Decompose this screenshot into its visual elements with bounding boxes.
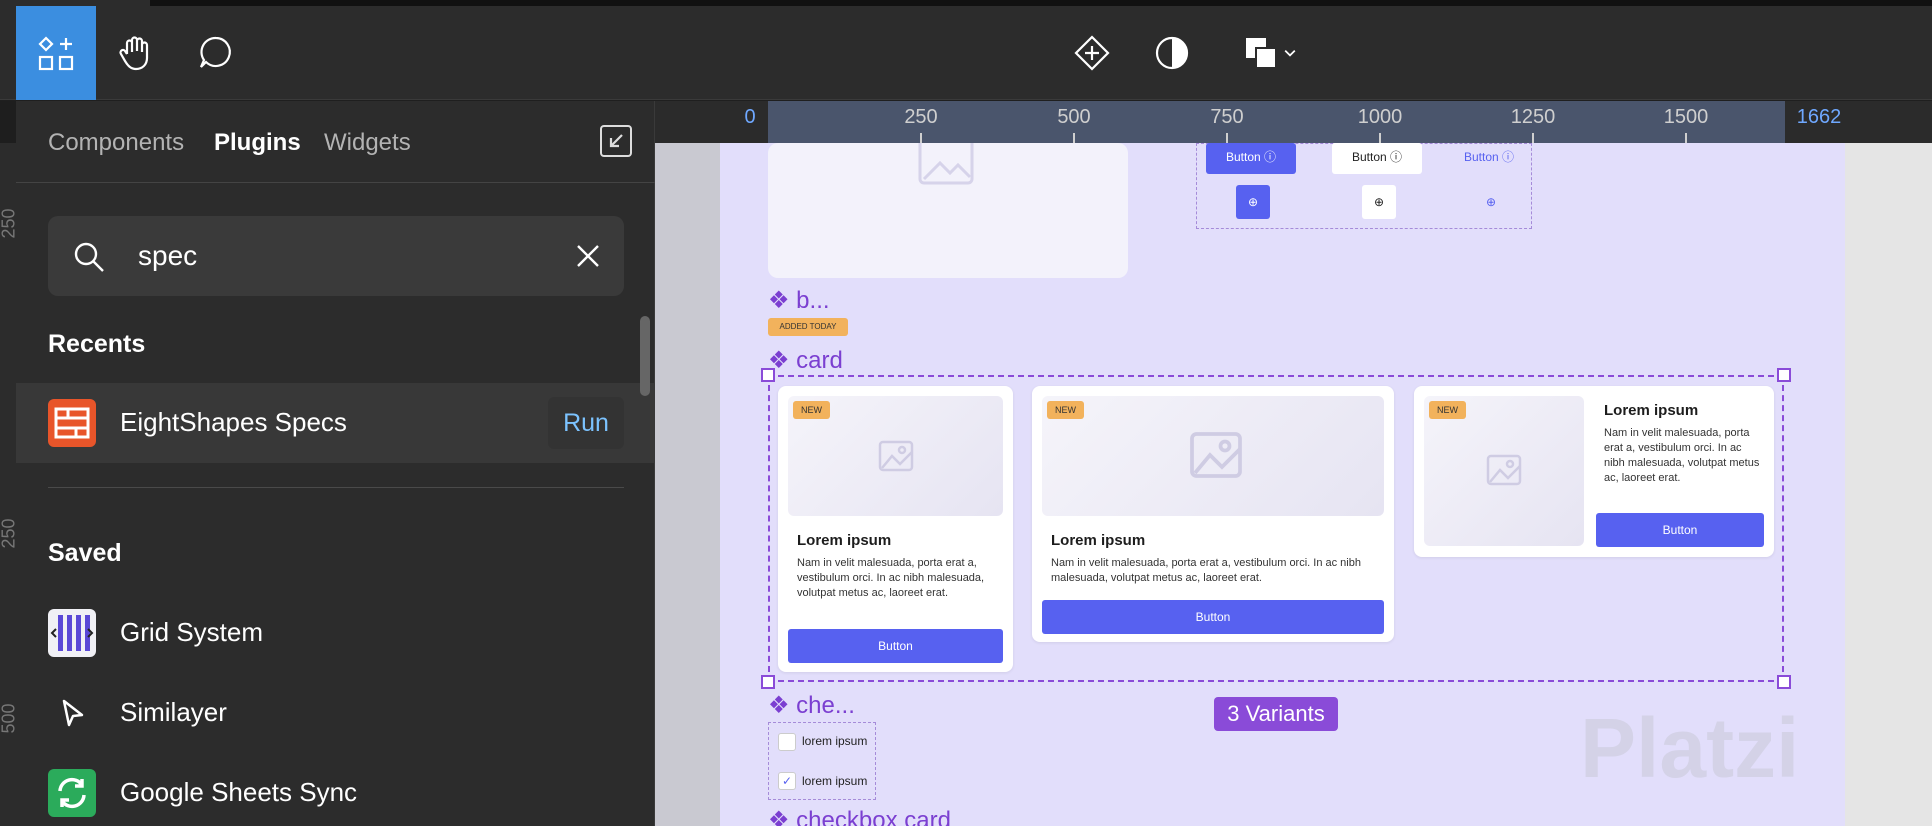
comment-icon bbox=[199, 36, 231, 68]
component-label-checkbox[interactable]: ❖ che... bbox=[768, 691, 855, 720]
contrast-button[interactable] bbox=[1132, 6, 1212, 100]
eightshapes-icon bbox=[48, 399, 96, 447]
ruler-label: 750 bbox=[1210, 106, 1244, 128]
resize-handle-tl[interactable] bbox=[761, 368, 775, 382]
tab-components[interactable]: Components bbox=[48, 129, 184, 157]
hand-icon bbox=[119, 36, 149, 71]
plugin-name: Similayer bbox=[120, 697, 227, 727]
ruler-label: 500 bbox=[1057, 106, 1091, 128]
ruler-label: 1250 bbox=[1510, 106, 1556, 128]
plugin-row-google-sheets-sync[interactable]: Google Sheets Sync bbox=[16, 753, 655, 826]
window-strip bbox=[0, 0, 1932, 6]
button-variant-primary[interactable]: Button ⓘ bbox=[1206, 143, 1296, 174]
chevron-down-icon bbox=[1284, 49, 1296, 57]
collapse-panel-button[interactable] bbox=[600, 125, 632, 157]
plugin-row-similayer[interactable]: Similayer bbox=[16, 673, 655, 753]
icon-button-secondary[interactable]: ⊕ bbox=[1362, 185, 1396, 219]
ruler-label: 1662 bbox=[1796, 106, 1842, 128]
panel-tabs: Components Plugins Widgets bbox=[16, 101, 655, 183]
plugin-row-grid-system[interactable]: Grid System bbox=[16, 593, 655, 673]
plugin-name: Grid System bbox=[120, 617, 264, 647]
cursor-icon bbox=[48, 689, 96, 737]
layers-icon bbox=[1246, 38, 1277, 69]
ruler-label: 250 bbox=[904, 106, 938, 128]
ruler-label: 0 bbox=[744, 106, 756, 128]
panel-scrollbar[interactable] bbox=[640, 316, 650, 396]
button-variant-tertiary[interactable]: Button ⓘ bbox=[1444, 143, 1534, 174]
plugin-name: Google Sheets Sync bbox=[120, 777, 358, 807]
plugin-name: EightShapes Specs bbox=[120, 407, 347, 437]
top-toolbar bbox=[0, 0, 1932, 100]
added-today-badge: ADDED TODAY bbox=[768, 318, 848, 336]
ruler-label: 1500 bbox=[1663, 106, 1709, 128]
recents-heading: Recents bbox=[48, 330, 146, 358]
image-icon bbox=[918, 143, 974, 185]
platzi-watermark: Platzi bbox=[1580, 701, 1800, 795]
figma-window: Button ⓘ Button ⓘ Button ⓘ ⊕ ⊕ ⊕ ❖ b... … bbox=[0, 0, 1932, 826]
horizontal-ruler: 0 250 500 750 1000 1250 1500 1662 bbox=[655, 101, 1932, 143]
plugin-search-field[interactable]: spec bbox=[48, 216, 624, 296]
checkbox-label: lorem ipsum bbox=[802, 774, 868, 788]
saved-heading: Saved bbox=[48, 539, 122, 567]
sync-icon bbox=[48, 769, 96, 817]
resize-handle-tr[interactable] bbox=[1777, 368, 1791, 382]
fill-mode-dropdown[interactable] bbox=[1280, 6, 1300, 100]
checkbox-label: lorem ipsum bbox=[802, 734, 868, 748]
checkbox-checked[interactable]: ✓ bbox=[778, 772, 796, 790]
checkbox-unchecked[interactable] bbox=[778, 733, 796, 751]
ruler-label: 1000 bbox=[1357, 106, 1403, 128]
component-label-checkbox-card[interactable]: ❖ checkbox card bbox=[768, 806, 951, 826]
component-label-card[interactable]: ❖ card bbox=[768, 346, 843, 375]
search-icon bbox=[74, 242, 104, 272]
button-variant-secondary[interactable]: Button ⓘ bbox=[1332, 143, 1422, 174]
plugin-row-eightshapes[interactable]: EightShapes Specs Run bbox=[16, 383, 655, 463]
icon-button-tertiary[interactable]: ⊕ bbox=[1474, 185, 1508, 219]
contrast-icon bbox=[1155, 36, 1189, 70]
components-center-button[interactable] bbox=[1052, 6, 1132, 100]
variants-badge[interactable]: 3 Variants bbox=[1214, 697, 1338, 731]
comment-tool-button[interactable] bbox=[176, 6, 256, 100]
clear-search-icon[interactable] bbox=[574, 242, 602, 270]
resources-icon bbox=[38, 36, 74, 71]
tab-plugins[interactable]: Plugins bbox=[214, 129, 301, 157]
component-label-b[interactable]: ❖ b... bbox=[768, 286, 830, 315]
resize-handle-br[interactable] bbox=[1777, 675, 1791, 689]
run-plugin-button[interactable]: Run bbox=[548, 397, 624, 449]
selection-box bbox=[768, 375, 1784, 682]
vertical-ruler: 250 250 500 bbox=[0, 143, 19, 826]
resize-handle-bl[interactable] bbox=[761, 675, 775, 689]
collapse-icon bbox=[609, 134, 623, 148]
search-input[interactable]: spec bbox=[138, 240, 197, 272]
grid-system-icon bbox=[48, 609, 96, 657]
resources-tool-button[interactable] bbox=[16, 6, 96, 100]
divider bbox=[48, 487, 624, 488]
resources-panel: Components Plugins Widgets spec Recents bbox=[16, 101, 655, 826]
icon-button-primary[interactable]: ⊕ bbox=[1236, 185, 1270, 219]
image-placeholder bbox=[768, 143, 1128, 278]
tab-widgets[interactable]: Widgets bbox=[324, 129, 411, 157]
component-diamond-icon bbox=[1074, 35, 1110, 71]
hand-tool-button[interactable] bbox=[96, 6, 176, 100]
